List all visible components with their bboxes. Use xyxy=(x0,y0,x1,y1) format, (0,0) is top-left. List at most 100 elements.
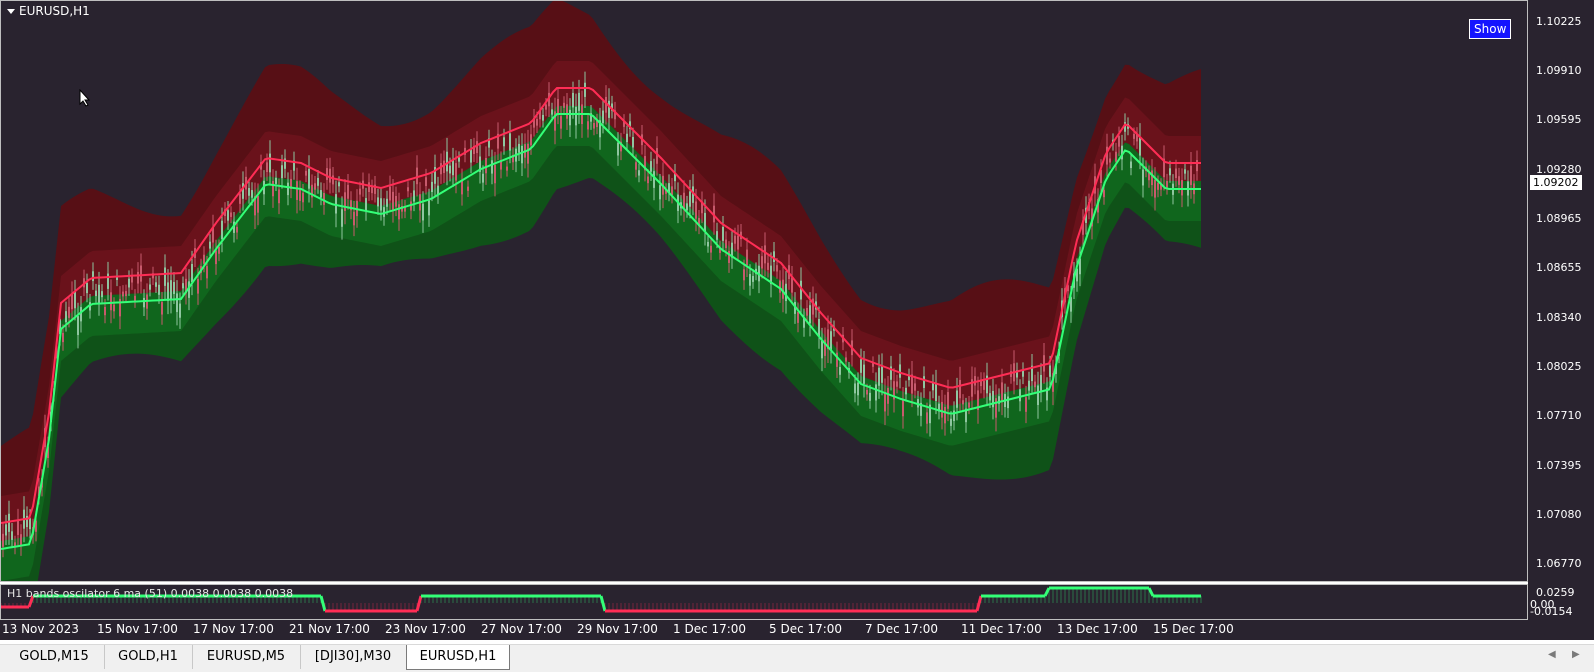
candle-body xyxy=(884,392,886,412)
candle-body xyxy=(266,162,268,173)
price-tick: 1.07080 xyxy=(1536,508,1582,521)
candle-body xyxy=(992,390,994,408)
candle-body xyxy=(275,177,277,184)
candle-body xyxy=(650,161,652,172)
candle-body xyxy=(518,143,520,153)
candle-body xyxy=(395,196,397,207)
candle-body xyxy=(485,157,487,174)
candle-body xyxy=(299,189,301,201)
candle-body xyxy=(257,195,259,213)
candle-body xyxy=(203,254,205,264)
candle-body xyxy=(1139,136,1141,156)
candle-body xyxy=(773,251,775,262)
candle-body xyxy=(8,513,10,532)
candle-body xyxy=(269,153,271,173)
candle-body xyxy=(749,274,751,286)
candle-body xyxy=(866,389,868,395)
candle-body xyxy=(950,418,952,426)
candle-body xyxy=(134,295,136,302)
candle-body xyxy=(761,256,763,269)
candle-body xyxy=(956,390,958,408)
candle-body xyxy=(542,114,544,121)
tab-dji30-m30[interactable]: [DJI30],M30 xyxy=(300,645,407,669)
tab-eurusd-m5[interactable]: EURUSD,M5 xyxy=(192,645,301,669)
candle-body xyxy=(1049,365,1051,377)
candle-body xyxy=(1178,176,1180,185)
dropdown-triangle-icon[interactable] xyxy=(7,9,15,14)
candle-body xyxy=(431,181,433,193)
price-plot xyxy=(1,1,1201,581)
candle-body xyxy=(155,282,157,287)
candle-body xyxy=(752,276,754,282)
main-chart-area[interactable]: EURUSD,H1 Show xyxy=(0,0,1528,582)
tab-eurusd-h1[interactable]: EURUSD,H1 xyxy=(406,645,510,670)
candle-body xyxy=(131,275,133,283)
tab-gold-h1[interactable]: GOLD,H1 xyxy=(104,645,193,669)
candle-body xyxy=(302,192,304,203)
candle-body xyxy=(122,291,124,297)
candle-body xyxy=(1037,385,1039,405)
price-tick: 1.08025 xyxy=(1536,360,1582,373)
candle-body xyxy=(191,263,193,283)
osc-line xyxy=(319,595,327,612)
candle-body xyxy=(332,175,334,185)
candle-body xyxy=(923,376,925,388)
candle-body xyxy=(716,231,718,240)
candle-body xyxy=(860,359,862,373)
candle-body xyxy=(896,381,898,387)
candle-body xyxy=(563,102,565,108)
candle-body xyxy=(158,284,160,295)
candle-body xyxy=(143,297,145,308)
candle-body xyxy=(359,188,361,195)
chart-tab-bar: GOLD,M15 GOLD,H1 EURUSD,M5 [DJI30],M30 E… xyxy=(0,644,1594,672)
price-tick: 1.08340 xyxy=(1536,311,1582,324)
symbol-title[interactable]: EURUSD,H1 xyxy=(7,4,90,18)
candle-body xyxy=(20,534,22,546)
scroll-right-icon[interactable]: ▶ xyxy=(1572,649,1580,660)
show-button[interactable]: Show xyxy=(1469,19,1512,39)
price-tick: 1.06770 xyxy=(1536,557,1582,570)
candle-body xyxy=(1043,355,1045,372)
candle-body xyxy=(989,393,991,401)
candle-body xyxy=(461,179,463,195)
candle-body xyxy=(905,387,907,395)
price-scale[interactable]: 1.10225 1.09910 1.09595 1.09280 1.08965 … xyxy=(1528,0,1594,620)
time-label: 11 Dec 17:00 xyxy=(961,622,1042,636)
candle-body xyxy=(62,332,64,343)
candle-body xyxy=(1190,165,1192,186)
time-scale[interactable]: 13 Nov 2023 15 Nov 17:00 17 Nov 17:00 21… xyxy=(0,620,1594,640)
candle-body xyxy=(935,382,937,402)
osc-line xyxy=(975,595,983,612)
scroll-left-icon[interactable]: ◀ xyxy=(1548,649,1556,660)
candle-body xyxy=(137,271,139,284)
candle-body xyxy=(1184,169,1186,174)
price-tick: 1.08965 xyxy=(1536,212,1582,225)
candle-body xyxy=(296,181,298,200)
candle-body xyxy=(128,278,130,288)
candle-body xyxy=(305,170,307,176)
candle-body xyxy=(248,188,250,196)
candle-body xyxy=(509,133,511,151)
candle-body xyxy=(392,191,394,210)
candle-body xyxy=(746,249,748,266)
osc-tick: -0.0154 xyxy=(1530,605,1573,618)
mouse-cursor-icon xyxy=(79,89,91,107)
candle-body xyxy=(962,400,964,405)
candle-body xyxy=(71,293,73,310)
candle-body xyxy=(77,316,79,335)
tab-gold-m15[interactable]: GOLD,M15 xyxy=(4,645,105,669)
candle-body xyxy=(566,104,568,119)
candle-body xyxy=(734,235,736,244)
candle-body xyxy=(95,290,97,297)
candle-body xyxy=(899,364,901,378)
candle-body xyxy=(491,160,493,174)
candle-body xyxy=(1166,181,1168,188)
candle-body xyxy=(881,365,883,383)
candle-body xyxy=(560,116,562,129)
candle-body xyxy=(215,250,217,265)
oscillator-panel[interactable]: H1 bands oscilator 6 ma (51) 0.0038 0.00… xyxy=(0,584,1528,620)
candle-body xyxy=(1142,169,1144,186)
candle-body xyxy=(1175,168,1177,179)
candle-body xyxy=(317,177,319,186)
candle-body xyxy=(230,212,232,217)
